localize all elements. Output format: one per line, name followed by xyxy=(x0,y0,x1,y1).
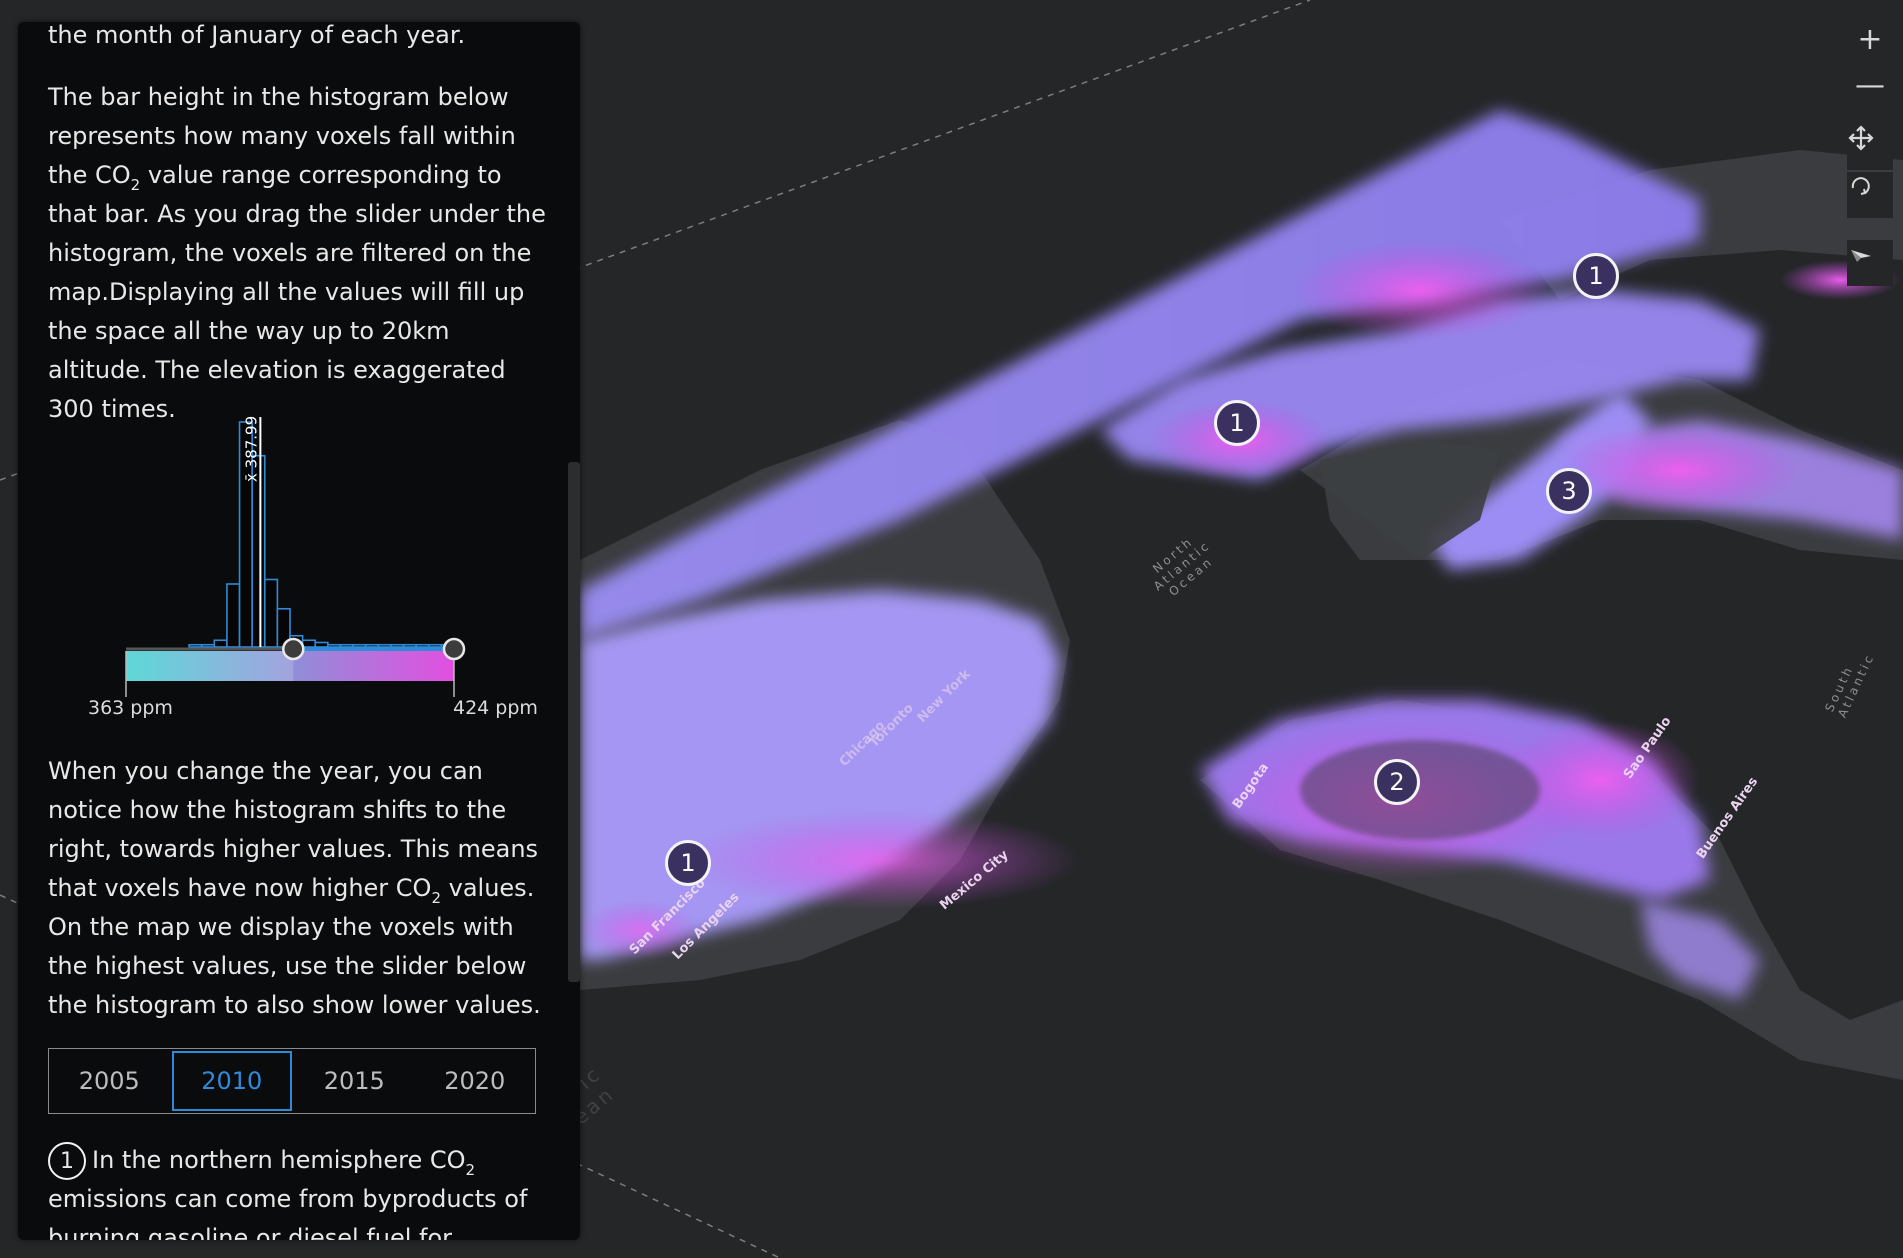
histogram-min-label: 363 ppm xyxy=(88,697,173,719)
northern-hemisphere-text: 1 In the northern hemisphere CO2 emission… xyxy=(48,1141,548,1240)
pan-button[interactable] xyxy=(1847,124,1893,170)
histogram-bar xyxy=(427,643,443,648)
histogram-bar xyxy=(314,641,329,648)
pan-icon xyxy=(1848,125,1874,151)
slider-high-thumb[interactable] xyxy=(442,637,466,661)
histogram-bar xyxy=(200,643,216,648)
histogram-bars xyxy=(188,421,455,648)
year-option-2015[interactable]: 2015 xyxy=(296,1051,413,1111)
histogram: x̄ 387.99 363 ppm 424 ppm xyxy=(88,407,558,737)
year-option-2020[interactable]: 2020 xyxy=(417,1051,534,1111)
slider-excluded-range xyxy=(126,651,294,681)
histogram-bar xyxy=(251,454,266,648)
intro-tail-text: the month of January of each year. xyxy=(48,22,466,49)
zoom-out-button[interactable]: — xyxy=(1847,62,1893,108)
histogram-bar xyxy=(364,643,380,648)
histogram-bar xyxy=(390,643,405,648)
slider-low-thumb[interactable] xyxy=(282,637,305,661)
map-marker-1-atlantic[interactable]: 1 xyxy=(1214,400,1260,446)
map-marker-1-north-america[interactable]: 1 xyxy=(665,840,711,886)
histogram-bar xyxy=(213,639,228,648)
rotate-button[interactable] xyxy=(1847,172,1893,218)
histogram-bar xyxy=(301,639,317,648)
histogram-bar xyxy=(402,643,417,648)
map-marker-1-europe[interactable]: 1 xyxy=(1573,253,1619,299)
panel-scrollbar[interactable] xyxy=(568,462,580,982)
histogram-max-label: 424 ppm xyxy=(453,697,538,719)
year-selector: 2005 2010 2015 2020 xyxy=(48,1048,536,1114)
histogram-chart: x̄ 387.99 xyxy=(125,416,466,697)
year-option-2010[interactable]: 2010 xyxy=(171,1051,292,1111)
histogram-bar xyxy=(415,643,430,648)
histogram-bar xyxy=(327,643,342,648)
histogram-description: The bar height in the histogram below re… xyxy=(48,83,546,423)
zoom-in-button[interactable]: + xyxy=(1847,16,1893,62)
histogram-bar xyxy=(339,643,354,648)
map-marker-3-africa[interactable]: 3 xyxy=(1546,468,1592,514)
histogram-bar xyxy=(226,583,241,648)
compass-icon xyxy=(1851,250,1871,262)
zoom-in-icon: + xyxy=(1857,21,1883,57)
year-option-2005[interactable]: 2005 xyxy=(51,1051,168,1111)
compass-button[interactable] xyxy=(1847,240,1893,286)
step-number-badge: 1 xyxy=(48,1142,86,1180)
zoom-out-icon: — xyxy=(1855,67,1885,103)
story-panel: the month of January of each year. The b… xyxy=(18,22,580,1240)
map-marker-2-south-america[interactable]: 2 xyxy=(1374,759,1420,805)
year-change-description: When you change the year, you can notice… xyxy=(48,757,541,1019)
histogram-bar xyxy=(377,643,392,648)
histogram-bar xyxy=(352,643,367,648)
rotate-icon xyxy=(1851,177,1870,195)
histogram-bar xyxy=(263,578,279,648)
histogram-mean-label: x̄ 387.99 xyxy=(242,416,260,482)
histogram-bar xyxy=(188,643,203,648)
